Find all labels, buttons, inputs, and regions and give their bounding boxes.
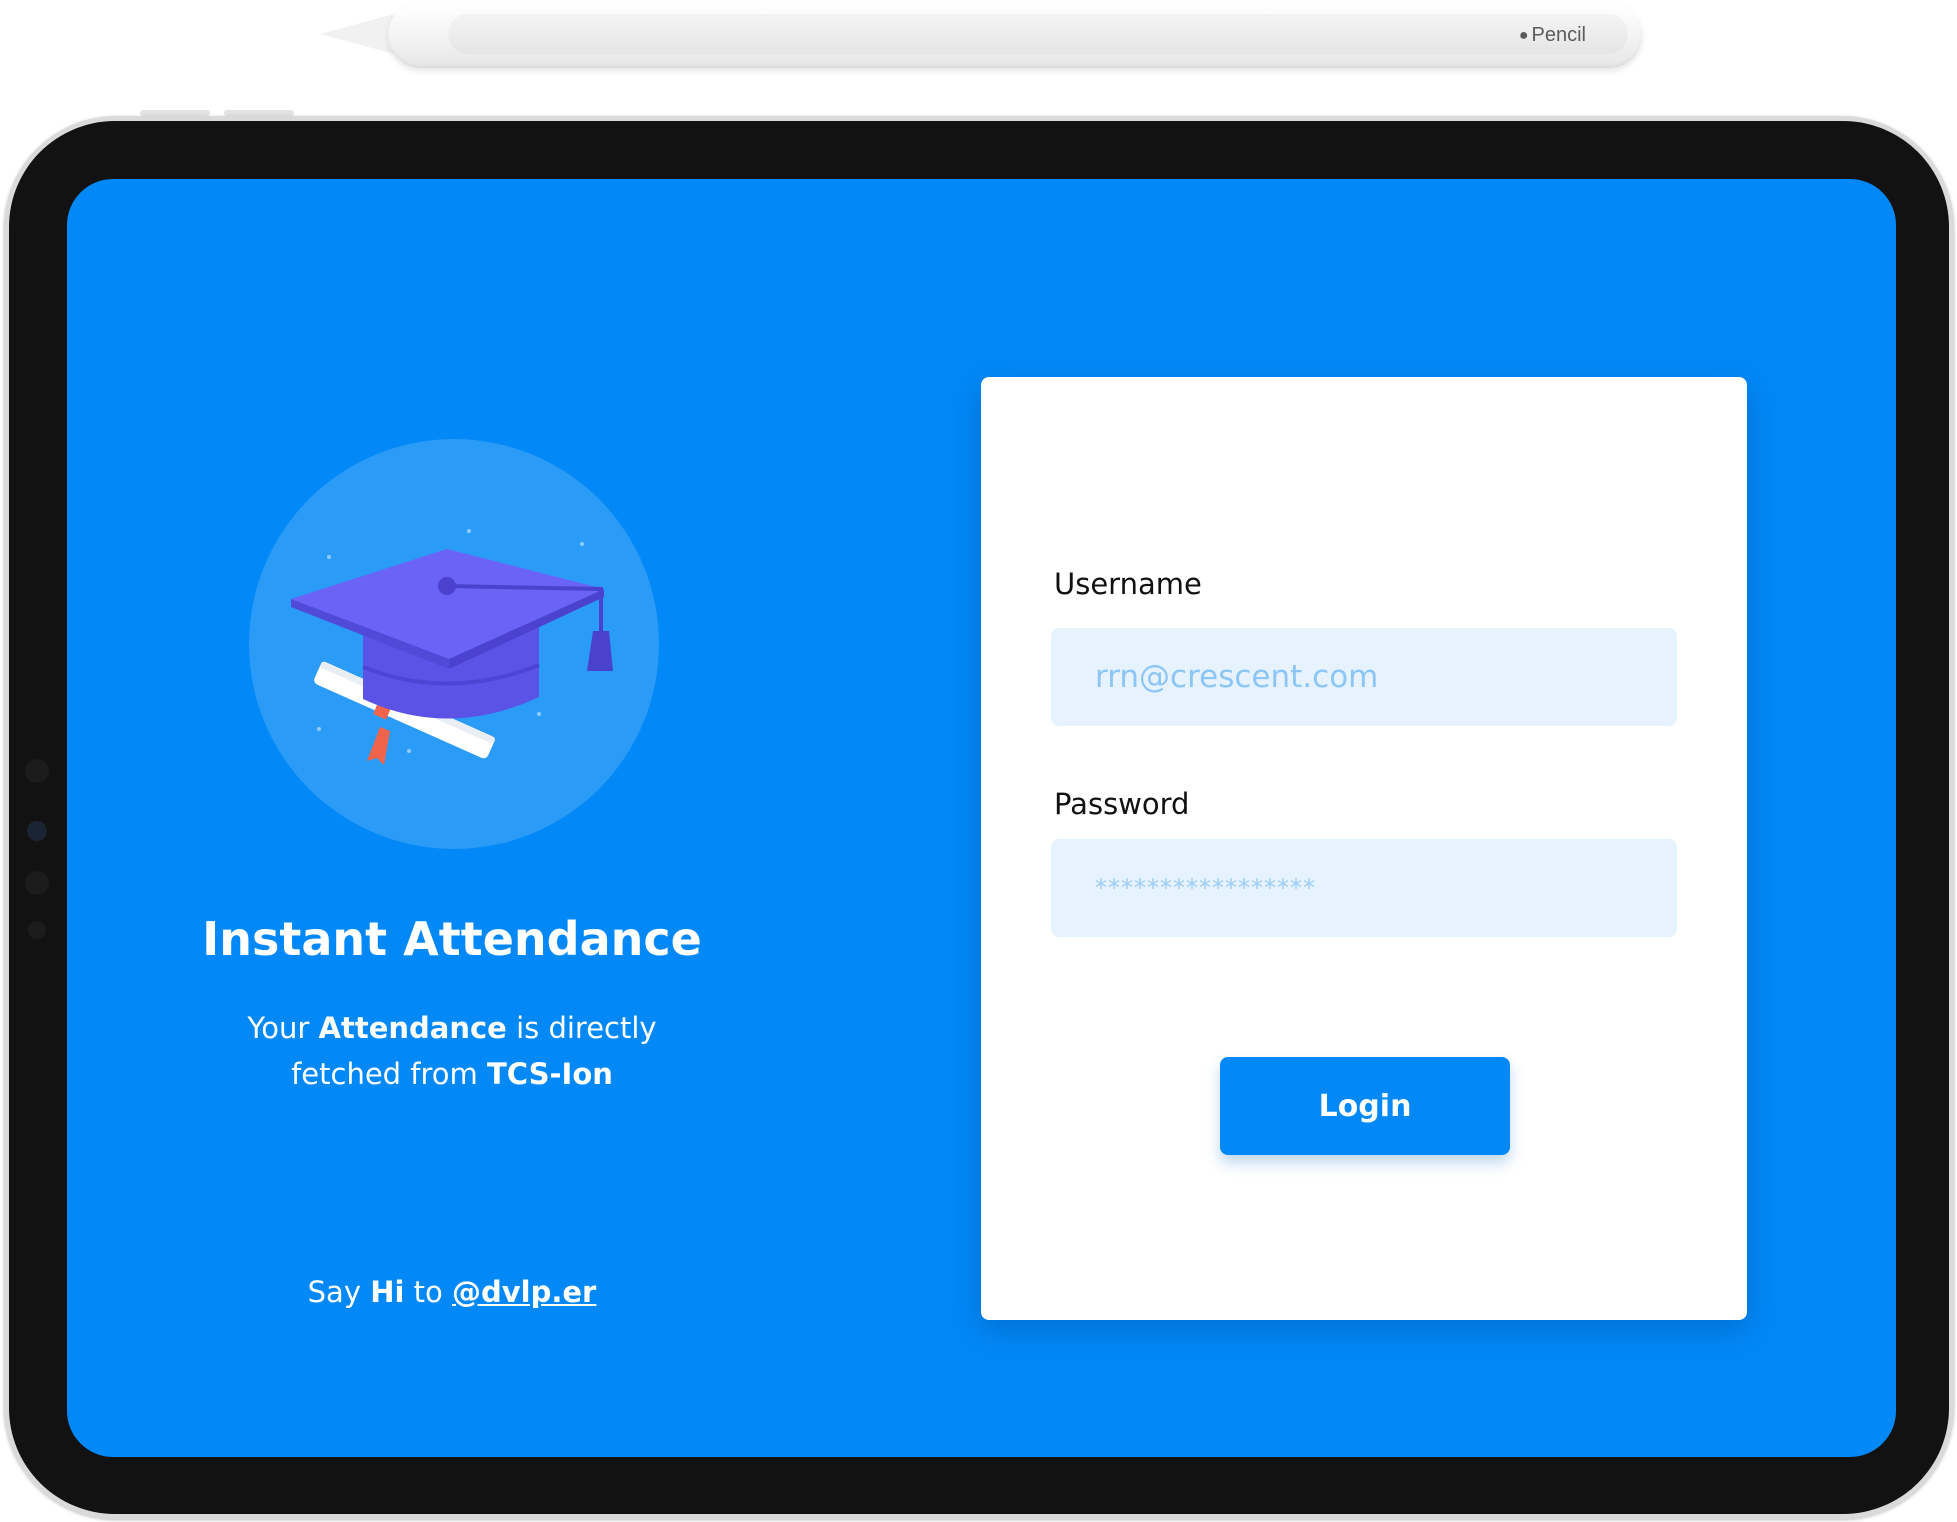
- password-input[interactable]: [1051, 839, 1677, 937]
- description-bold-attendance: Attendance: [318, 1011, 507, 1045]
- username-input[interactable]: [1051, 628, 1677, 726]
- credit-footer: Say Hi to @dvlp.er: [307, 1275, 597, 1309]
- pencil-body: ● Pencil: [388, 2, 1642, 68]
- sensor-icon: [28, 921, 46, 939]
- stage: ● Pencil Instant Attendance Your Attenda…: [0, 0, 1957, 1522]
- pencil-brand: ● Pencil: [1519, 24, 1586, 47]
- app-description: Your Attendance is directly fetched from…: [67, 1005, 837, 1097]
- login-button[interactable]: Login: [1220, 1057, 1510, 1155]
- hero-illustration: [249, 439, 659, 849]
- camera-icon: [27, 821, 47, 841]
- app-title: Instant Attendance: [202, 912, 702, 966]
- app-screen: Instant Attendance Your Attendance is di…: [67, 179, 1896, 1457]
- login-card: Username Password Login: [981, 377, 1747, 1320]
- graduation-cap-icon: [291, 529, 613, 765]
- password-label: Password: [1054, 787, 1190, 821]
- pencil-flat-side: [448, 14, 1628, 54]
- description-line-1: Your Attendance is directly: [247, 1011, 657, 1045]
- pencil-tip: [320, 14, 394, 54]
- sensor-icon: [25, 759, 49, 783]
- pencil-brand-label: Pencil: [1531, 24, 1586, 46]
- username-label: Username: [1054, 567, 1202, 601]
- description-bold-source: TCS-Ion: [487, 1057, 613, 1091]
- description-line-2: fetched from TCS-Ion: [291, 1057, 613, 1091]
- apple-pencil: ● Pencil: [320, 2, 1642, 68]
- apple-logo-icon: ●: [1518, 26, 1529, 44]
- sensor-icon: [25, 871, 49, 895]
- developer-handle-link[interactable]: @dvlp.er: [452, 1275, 596, 1309]
